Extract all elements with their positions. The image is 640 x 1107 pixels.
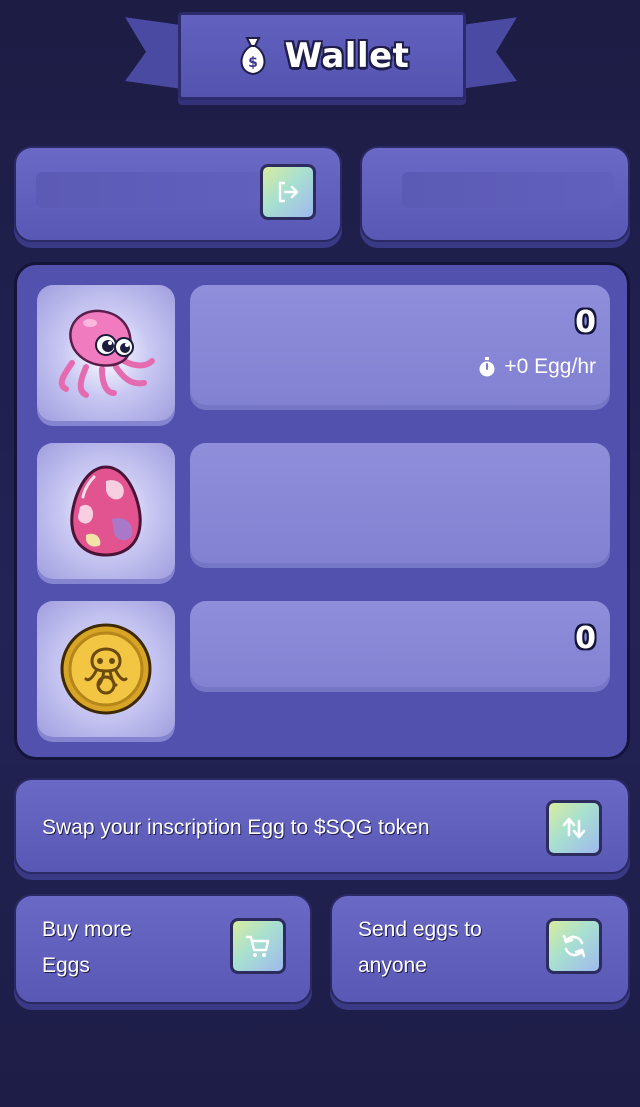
swap-arrows-icon (562, 817, 586, 839)
swap-button[interactable] (546, 800, 602, 856)
egg-rate-label: +0 Egg/hr (504, 355, 596, 378)
egg-rate: +0 Egg/hr (478, 355, 596, 379)
coin-tile (37, 601, 175, 737)
address-value (36, 172, 262, 208)
stopwatch-icon (479, 357, 495, 377)
egg-balance-box (190, 443, 610, 563)
buy-eggs-label-line1: Buy more (42, 918, 132, 941)
buy-eggs-card[interactable]: Buy more Eggs (14, 894, 312, 1004)
logout-button[interactable] (260, 164, 316, 220)
egg-icon (70, 465, 142, 557)
balance-card (360, 146, 630, 242)
send-eggs-card[interactable]: Send eggs to anyone (330, 894, 630, 1004)
logout-icon (278, 181, 299, 203)
buy-eggs-label-line2: Eggs (42, 954, 90, 977)
send-eggs-button[interactable] (546, 918, 602, 974)
title-plaque: $ Wallet (178, 12, 466, 100)
address-card (14, 146, 342, 242)
squid-balance-value: 0 (575, 305, 596, 340)
coin-balance-box: 0 (190, 601, 610, 687)
send-eggs-label-line2: anyone (358, 954, 427, 977)
sqg-coin-icon (60, 623, 152, 715)
squid-icon (58, 309, 155, 398)
cart-icon (245, 935, 270, 957)
squid-balance-box: 0 +0 Egg/hr (190, 285, 610, 405)
page-title: Wallet (284, 36, 410, 76)
svg-text:$: $ (248, 55, 258, 71)
squid-tile (37, 285, 175, 421)
balance-value (402, 172, 614, 208)
send-eggs-label-line1: Send eggs to (358, 918, 482, 941)
swap-card[interactable]: Swap your inscription Egg to $SQG token (14, 778, 630, 874)
money-bag-icon: $ (240, 37, 266, 76)
assets-panel: 0 +0 Egg/hr 0 (14, 262, 630, 760)
swap-label: Swap your inscription Egg to $SQG token (42, 816, 430, 839)
refresh-icon (562, 934, 586, 958)
buy-eggs-button[interactable] (230, 918, 286, 974)
coin-balance-value: 0 (575, 621, 596, 656)
egg-tile (37, 443, 175, 579)
header-banner: $ Wallet (0, 0, 640, 120)
